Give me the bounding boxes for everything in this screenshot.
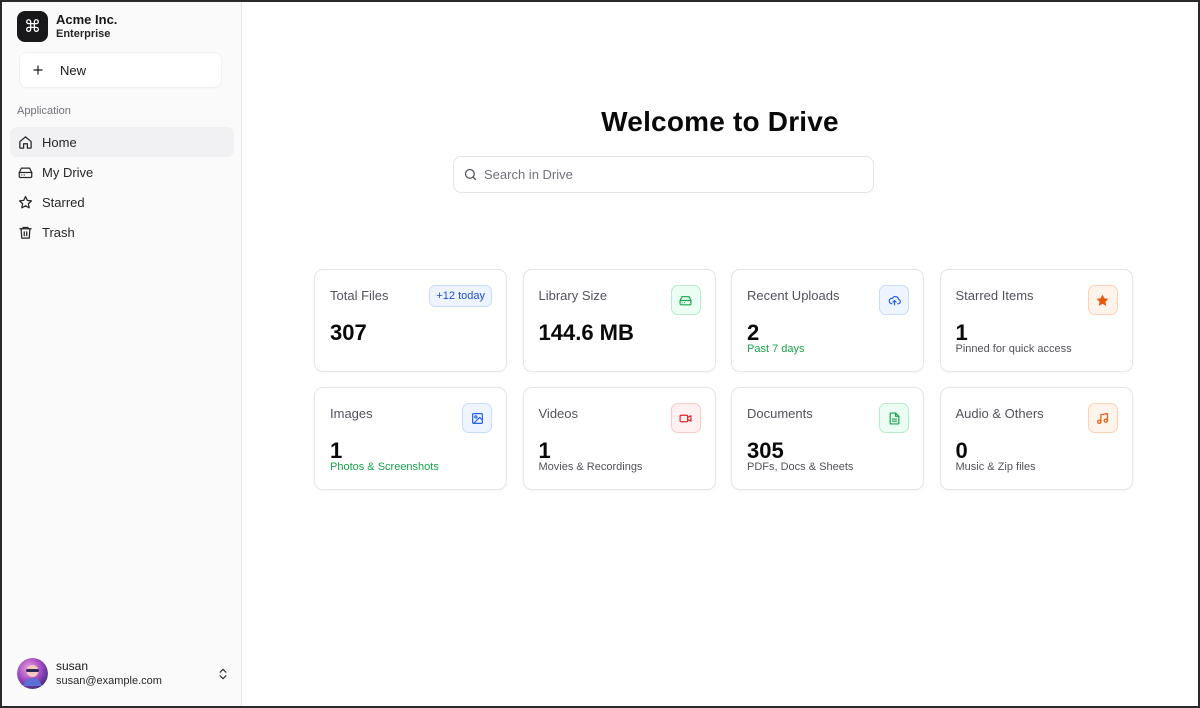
video-icon — [670, 403, 701, 433]
home-icon — [19, 135, 32, 149]
sidebar-item-label: Trash — [42, 224, 75, 240]
stat-label: Documents — [747, 406, 813, 421]
cloud-upload-icon — [879, 285, 909, 315]
main-content: Welcome to Drive Total Files +12 today 3… — [242, 2, 1198, 706]
stat-subtext: PDFs, Docs & Sheets — [747, 461, 854, 473]
stat-label: Total Files — [330, 288, 389, 303]
search-box[interactable] — [453, 156, 874, 193]
hard-drive-icon — [18, 167, 33, 178]
star-icon — [18, 195, 33, 208]
stat-card-documents[interactable]: Documents 305 PDFs, Docs & Sheets — [731, 387, 924, 490]
stat-value: 144.6 MB — [538, 320, 634, 345]
stat-card-total-files[interactable]: Total Files +12 today 307 — [314, 269, 507, 372]
stat-label: Recent Uploads — [747, 288, 840, 303]
sidebar-item-label: My Drive — [42, 164, 94, 180]
new-button[interactable]: New — [19, 52, 222, 88]
user-info: susan susan@example.com — [56, 659, 216, 689]
stat-subtext: Movies & Recordings — [538, 461, 643, 473]
music-icon — [1087, 403, 1118, 433]
sidebar-item-my-drive[interactable]: My Drive — [10, 157, 234, 187]
stat-subtext: Music & Zip files — [955, 461, 1036, 473]
stat-subtext: Photos & Screenshots — [330, 461, 439, 473]
star-icon — [1087, 285, 1118, 315]
page-title: Welcome to Drive — [601, 106, 839, 137]
stat-card-videos[interactable]: Videos 1 Movies & Recordings — [522, 387, 716, 490]
plus-icon — [33, 65, 43, 75]
stat-card-audio-others[interactable]: Audio & Others 0 Music & Zip files — [939, 387, 1133, 490]
search-icon — [464, 168, 477, 181]
command-icon: ⌘ — [17, 11, 48, 42]
sidebar-item-starred[interactable]: Starred — [10, 187, 234, 217]
stat-label: Starred Items — [955, 288, 1034, 303]
image-icon — [462, 403, 492, 433]
stat-label: Videos — [538, 406, 579, 421]
file-text-icon — [879, 403, 909, 433]
stat-card-recent-uploads[interactable]: Recent Uploads 2 Past 7 days — [731, 269, 924, 372]
workspace-switcher[interactable]: ⌘ Acme Inc. Enterprise — [17, 11, 117, 42]
stat-label: Library Size — [538, 288, 608, 303]
chevrons-up-down-icon — [219, 668, 227, 679]
stat-value: 307 — [330, 320, 367, 345]
stat-card-library-size[interactable]: Library Size 144.6 MB — [522, 269, 716, 372]
sidebar-item-label: Starred — [42, 194, 85, 210]
avatar — [17, 658, 48, 689]
brand-text: Acme Inc. Enterprise — [56, 11, 118, 41]
user-name: susan — [56, 658, 89, 673]
sidebar-item-label: Home — [42, 134, 77, 150]
sidebar-item-trash[interactable]: Trash — [10, 217, 234, 247]
stat-card-images[interactable]: Images 1 Photos & Screenshots — [314, 387, 507, 490]
new-button-label: New — [60, 62, 87, 78]
brand-name: Acme Inc. — [56, 11, 118, 27]
sidebar-nav: Home My Drive Starred Trash — [10, 127, 234, 247]
search-input[interactable] — [484, 167, 864, 182]
stats-grid: Total Files +12 today 307 Library Size 1… — [314, 269, 1133, 490]
app-window: ⌘ Acme Inc. Enterprise New Application H… — [0, 0, 1200, 708]
sidebar-item-home[interactable]: Home — [10, 127, 234, 157]
hard-drive-icon — [670, 285, 701, 315]
stat-label: Images — [330, 406, 373, 421]
stat-subtext: Pinned for quick access — [955, 343, 1072, 355]
sidebar: ⌘ Acme Inc. Enterprise New Application H… — [2, 2, 242, 706]
brand-plan: Enterprise — [56, 27, 111, 40]
user-menu[interactable]: susan susan@example.com — [17, 658, 232, 689]
stat-subtext: Past 7 days — [747, 343, 805, 355]
stat-card-starred-items[interactable]: Starred Items 1 Pinned for quick access — [939, 269, 1133, 372]
user-email: susan@example.com — [56, 675, 162, 688]
stat-label: Audio & Others — [955, 406, 1044, 421]
status-badge: +12 today — [429, 285, 492, 307]
sidebar-group-label: Application — [17, 105, 71, 117]
trash-icon — [19, 226, 32, 239]
